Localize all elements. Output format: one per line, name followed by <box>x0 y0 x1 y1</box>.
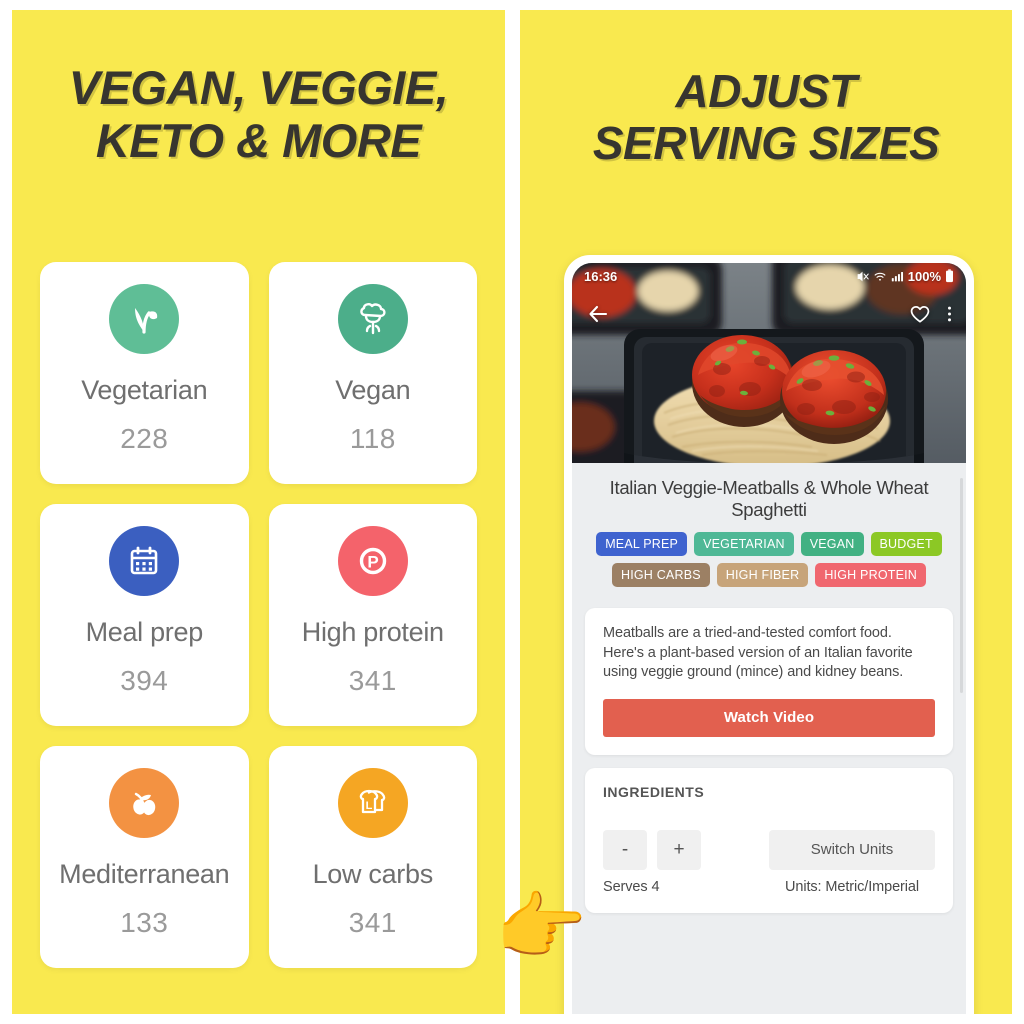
category-label: Low carbs <box>312 859 434 889</box>
category-card-meal-prep[interactable]: Meal prep 394 <box>40 504 249 726</box>
mute-icon <box>856 270 869 283</box>
ingredients-heading: INGREDIENTS <box>603 783 705 800</box>
category-label: High protein <box>301 617 444 647</box>
hero-action-bar <box>572 297 966 331</box>
back-arrow-icon[interactable] <box>586 302 610 326</box>
pointing-hand-icon: 👉 <box>495 885 588 968</box>
svg-text:P: P <box>367 553 378 572</box>
signal-icon <box>891 270 904 283</box>
right-promo-panel: ADJUST SERVING SIZES 16:36 100% Italian … <box>520 10 1012 1014</box>
wifi-icon <box>873 270 887 283</box>
category-card-vegan[interactable]: Vegan 118 <box>268 262 477 484</box>
tag-budget[interactable]: BUDGET <box>870 532 942 557</box>
tag-high-protein[interactable]: HIGH PROTEIN <box>815 563 927 588</box>
protein-p-icon: P <box>337 526 408 596</box>
category-label: Mediterranean <box>59 859 230 889</box>
left-headline-line2: KETO & MORE <box>95 113 422 167</box>
ingredients-card: INGREDIENTS - + Serves 4 Switch Units Un… <box>585 767 953 913</box>
category-count: 133 <box>120 906 169 938</box>
svg-text:L: L <box>365 800 372 812</box>
servings-and-units-controls: - + Serves 4 Switch Units Units: Metric/… <box>603 829 935 895</box>
calendar-icon <box>109 526 180 596</box>
tag-row-2: HIGH CARBS HIGH FIBER HIGH PROTEIN <box>586 563 952 588</box>
category-count: 341 <box>348 664 397 696</box>
left-promo-panel: VEGAN, VEGGIE, KETO & MORE Vegetarian 22… <box>12 10 505 1014</box>
tag-vegan[interactable]: VEGAN <box>800 532 864 557</box>
status-indicators: 100% <box>856 269 954 284</box>
decrease-servings-button[interactable]: - <box>603 829 647 870</box>
tag-row-1: MEAL PREP VEGETARIAN VEGAN BUDGET <box>586 532 952 557</box>
units-label: Units: Metric/Imperial <box>785 878 919 895</box>
tag-high-carbs[interactable]: HIGH CARBS <box>611 563 710 588</box>
switch-units-button[interactable]: Switch Units <box>769 829 935 870</box>
phone-scrollbar[interactable] <box>960 478 963 693</box>
category-card-mediterranean[interactable]: Mediterranean 133 <box>40 746 249 968</box>
recipe-hero-image: 16:36 100% <box>572 263 966 463</box>
category-card-high-protein[interactable]: P High protein 341 <box>268 504 477 726</box>
phone-mockup: 16:36 100% Italian Veggie-Meatballs & Wh… <box>564 255 974 1014</box>
tag-meal-prep[interactable]: MEAL PREP <box>596 532 688 557</box>
tag-vegetarian[interactable]: VEGETARIAN <box>694 532 794 557</box>
sprout-icon <box>109 284 180 354</box>
stepper-buttons: - + <box>603 829 769 870</box>
recipe-description: Meatballs are a tried-and-tested comfort… <box>603 625 913 680</box>
diet-category-grid: Vegetarian 228 Vegan 118 Meal prep 394 P… <box>40 262 477 968</box>
category-label: Vegan <box>335 375 411 405</box>
heart-icon[interactable] <box>909 303 931 325</box>
increase-servings-button[interactable]: + <box>657 829 701 870</box>
category-count: 394 <box>120 664 169 696</box>
battery-percent: 100% <box>907 268 941 284</box>
phone-screen: 16:36 100% Italian Veggie-Meatballs & Wh… <box>572 263 966 1014</box>
category-label: Meal prep <box>85 617 204 647</box>
category-count: 118 <box>349 422 396 454</box>
category-count: 228 <box>120 422 169 454</box>
category-count: 341 <box>348 906 397 938</box>
left-headline: VEGAN, VEGGIE, KETO & MORE <box>12 61 505 167</box>
spaghetti-meatballs-photo <box>572 263 966 463</box>
recipe-tag-list: MEAL PREP VEGETARIAN VEGAN BUDGET HIGH C… <box>572 521 966 608</box>
recipe-title: Italian Veggie-Meatballs & Whole Wheat S… <box>609 477 929 521</box>
recipe-description-card: Meatballs are a tried-and-tested comfort… <box>585 608 953 755</box>
category-label: Vegetarian <box>81 375 208 405</box>
right-headline-line1: ADJUST <box>675 65 857 117</box>
right-headline: ADJUST SERVING SIZES <box>520 65 1012 169</box>
tag-high-fiber[interactable]: HIGH FIBER <box>716 563 809 588</box>
bread-l-icon: L <box>337 768 408 838</box>
units-switcher: Switch Units Units: Metric/Imperial <box>769 829 935 895</box>
right-headline-line2: SERVING SIZES <box>592 116 940 169</box>
serves-label: Serves 4 <box>603 878 660 895</box>
olives-icon <box>109 768 180 838</box>
status-time: 16:36 <box>584 268 618 284</box>
screenshot-root: VEGAN, VEGGIE, KETO & MORE Vegetarian 22… <box>0 0 1024 1024</box>
servings-stepper: - + Serves 4 <box>603 829 769 895</box>
phone-status-bar: 16:36 100% <box>572 263 966 289</box>
more-vertical-icon[interactable] <box>947 303 952 325</box>
battery-icon <box>945 269 954 283</box>
category-card-vegetarian[interactable]: Vegetarian 228 <box>40 262 249 484</box>
category-card-low-carbs[interactable]: L Low carbs 341 <box>268 746 477 968</box>
watch-video-button[interactable]: Watch Video <box>603 698 935 737</box>
hero-right-actions <box>909 303 952 325</box>
broccoli-icon <box>337 284 408 354</box>
left-headline-line1: VEGAN, VEGGIE, <box>68 61 449 114</box>
